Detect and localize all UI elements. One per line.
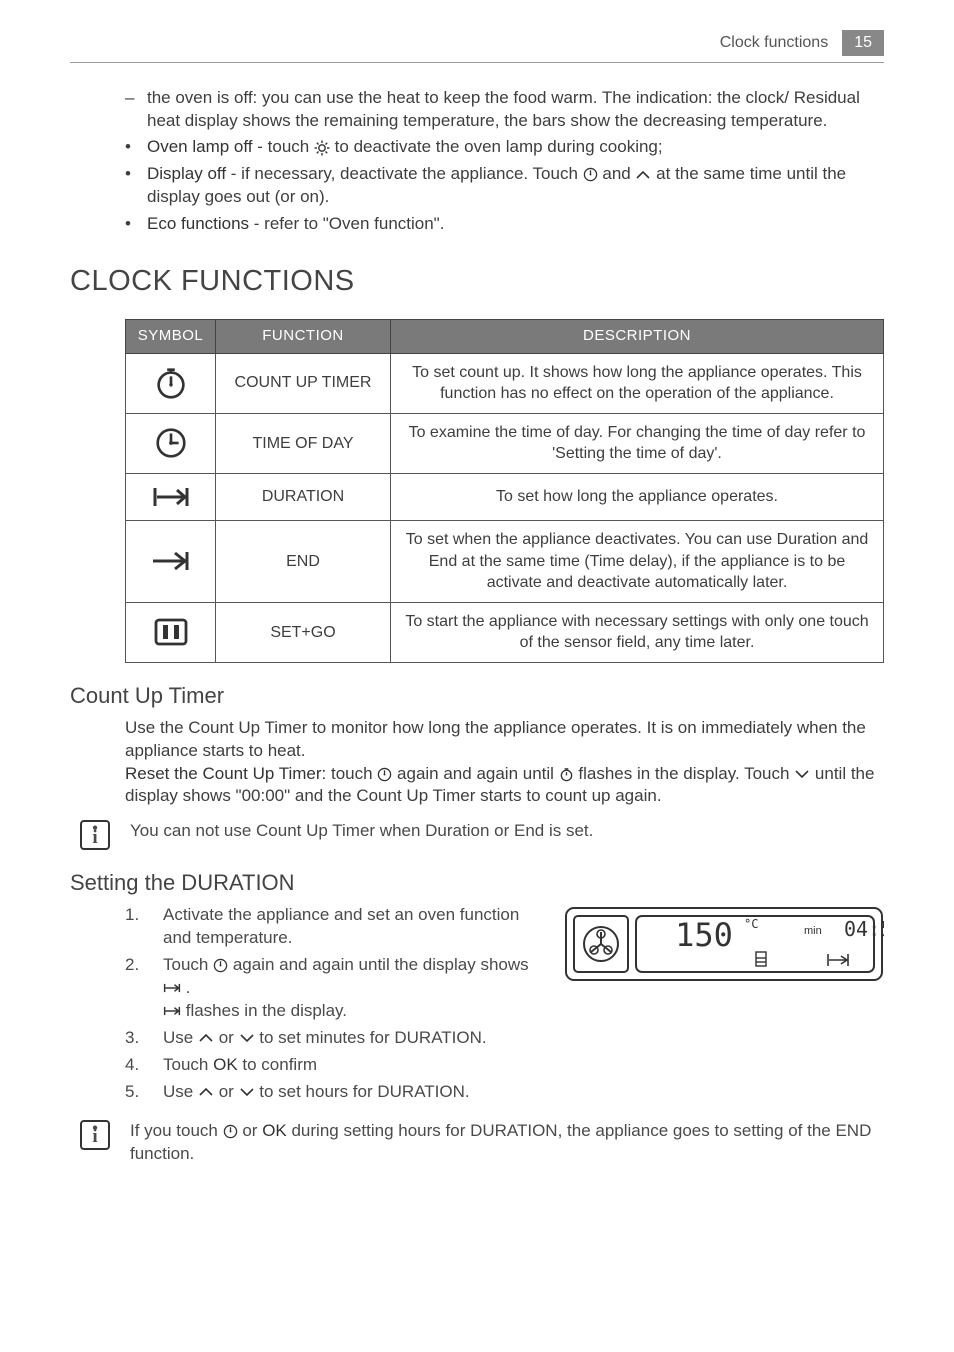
- func-desc: To set when the appliance deactivates. Y…: [391, 520, 884, 602]
- chevron-up-icon: [635, 170, 651, 180]
- clock-icon: [377, 767, 392, 782]
- th-symbol: SYMBOL: [126, 320, 216, 353]
- svg-text:°C: °C: [744, 917, 758, 931]
- table-row: TIME OF DAY To examine the time of day. …: [126, 413, 884, 473]
- func-name: DURATION: [216, 473, 391, 520]
- time-of-day-icon: [126, 413, 216, 473]
- func-name: TIME OF DAY: [216, 413, 391, 473]
- info-icon: i: [80, 1120, 110, 1150]
- eco-label: Eco functions: [147, 214, 249, 233]
- duration-steps: 1.Activate the appliance and set an oven…: [125, 904, 544, 1104]
- step-3: 3. Use or to set minutes for DURATION.: [125, 1027, 544, 1050]
- duration-steps-wrap: 1.Activate the appliance and set an oven…: [70, 904, 884, 1108]
- ok-label: OK: [262, 1121, 287, 1140]
- count-up-timer-heading: Count Up Timer: [70, 681, 884, 711]
- step-2: 2. Touch again and again until the displ…: [125, 954, 544, 1023]
- display-main-temp: 150: [675, 916, 733, 954]
- step-5: 5. Use or to set hours for DURATION.: [125, 1081, 544, 1104]
- display-time: 04:56: [844, 917, 884, 941]
- info-text: You can not use Count Up Timer when Dura…: [130, 820, 884, 843]
- display-min-label: min: [804, 925, 822, 937]
- chevron-down-icon: [794, 769, 810, 779]
- page-number: 15: [842, 30, 884, 56]
- intro-block: – the oven is off: you can use the heat …: [125, 87, 884, 237]
- func-desc: To set how long the appliance operates.: [391, 473, 884, 520]
- step-4: 4. Touch OK to confirm: [125, 1054, 544, 1077]
- table-row: END To set when the appliance deactivate…: [126, 520, 884, 602]
- chevron-down-icon: [239, 1087, 255, 1097]
- display-off-bullet: • Display off - if necessary, deactivate…: [125, 163, 884, 209]
- info-icon: i: [80, 820, 110, 850]
- lamp-icon: [314, 140, 330, 156]
- chevron-up-icon: [198, 1033, 214, 1043]
- count-up-timer-icon: [559, 767, 574, 782]
- page-header: Clock functions 15: [70, 30, 884, 63]
- chevron-up-icon: [198, 1087, 214, 1097]
- func-name: COUNT UP TIMER: [216, 353, 391, 413]
- setting-duration-heading: Setting the DURATION: [70, 868, 884, 898]
- info-text: If you touch or OK during setting hours …: [130, 1120, 884, 1166]
- oven-lamp-label: Oven lamp off: [147, 137, 253, 156]
- func-name: SET+GO: [216, 602, 391, 662]
- header-title: Clock functions: [720, 32, 829, 54]
- display-off-label: Display off: [147, 164, 226, 183]
- clock-icon: [213, 958, 228, 973]
- func-desc: To set count up. It shows how long the a…: [391, 353, 884, 413]
- oven-lamp-off-bullet: • Oven lamp off - touch to deactivate th…: [125, 136, 884, 159]
- count-up-p2: Reset the Count Up Timer: touch again an…: [125, 763, 884, 809]
- table-row: DURATION To set how long the appliance o…: [126, 473, 884, 520]
- th-description: DESCRIPTION: [391, 320, 884, 353]
- info-note-countup: i You can not use Count Up Timer when Du…: [70, 820, 884, 850]
- count-up-p1: Use the Count Up Timer to monitor how lo…: [125, 717, 884, 763]
- clock-functions-heading: CLOCK FUNCTIONS: [70, 262, 884, 301]
- count-up-body: Use the Count Up Timer to monitor how lo…: [125, 717, 884, 809]
- clock-table-wrap: SYMBOL FUNCTION DESCRIPTION COUNT UP TIM…: [125, 319, 884, 663]
- table-row: COUNT UP TIMER To set count up. It shows…: [126, 353, 884, 413]
- clock-icon: [583, 167, 598, 182]
- ok-label: OK: [213, 1055, 238, 1074]
- duration-icon: [163, 1005, 181, 1017]
- info-note-duration: i If you touch or OK during setting hour…: [70, 1120, 884, 1166]
- step-1: 1.Activate the appliance and set an oven…: [125, 904, 544, 950]
- end-icon: [126, 520, 216, 602]
- func-name: END: [216, 520, 391, 602]
- clock-icon: [223, 1124, 238, 1139]
- func-desc: To examine the time of day. For changing…: [391, 413, 884, 473]
- duration-icon: [163, 982, 181, 994]
- th-function: FUNCTION: [216, 320, 391, 353]
- table-row: SET+GO To start the appliance with neces…: [126, 602, 884, 662]
- count-up-timer-icon: [126, 353, 216, 413]
- residual-text: the oven is off: you can use the heat to…: [147, 87, 884, 133]
- chevron-down-icon: [239, 1033, 255, 1043]
- residual-heat-item: – the oven is off: you can use the heat …: [125, 87, 884, 133]
- eco-functions-bullet: • Eco functions - refer to "Oven functio…: [125, 213, 884, 236]
- set-go-icon: [126, 602, 216, 662]
- duration-icon: [126, 473, 216, 520]
- oven-display-illustration: 150 °C min 04:56: [564, 904, 884, 984]
- clock-functions-table: SYMBOL FUNCTION DESCRIPTION COUNT UP TIM…: [125, 319, 884, 663]
- func-desc: To start the appliance with necessary se…: [391, 602, 884, 662]
